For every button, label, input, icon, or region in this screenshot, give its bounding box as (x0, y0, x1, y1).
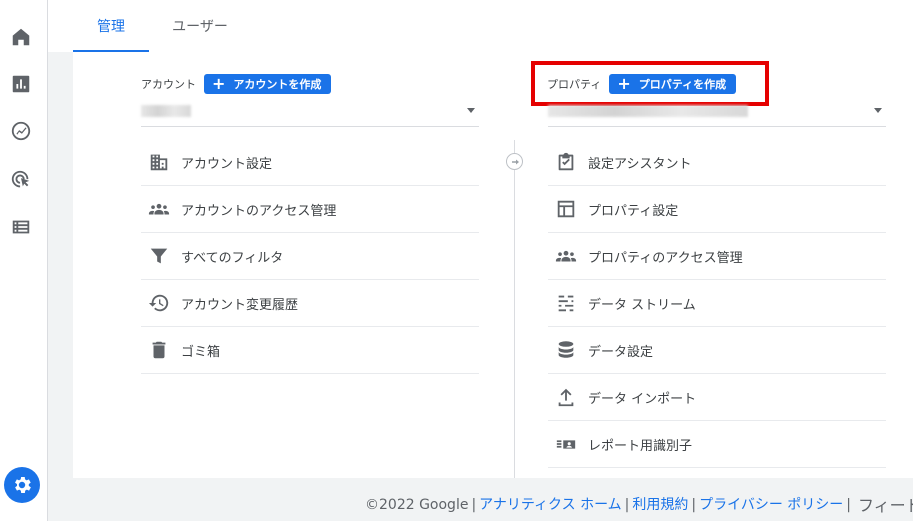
all-filters-item[interactable]: すべてのフィルタ (141, 233, 479, 280)
database-icon (554, 338, 578, 362)
feedback-button[interactable]: フィード (858, 492, 913, 516)
filter-icon (147, 244, 171, 268)
menu-item-label: アカウント変更履歴 (181, 297, 299, 313)
menu-item-label: 設定アシスタント (588, 156, 692, 172)
history-icon (147, 291, 171, 315)
redacted-property-name (548, 105, 748, 117)
data-settings-item[interactable]: データ設定 (548, 327, 886, 374)
account-label: アカウント (141, 78, 196, 91)
terms-link[interactable]: 利用規約 (632, 497, 688, 513)
create-account-label: アカウントを作成 (233, 78, 322, 91)
menu-item-label: レポート用識別子 (588, 438, 693, 454)
admin-settings-button[interactable] (4, 467, 40, 503)
arrow-right-icon (506, 153, 523, 170)
property-selector[interactable] (548, 99, 886, 127)
analytics-home-link[interactable]: アナリティクス ホーム (479, 497, 622, 513)
gear-icon (15, 477, 31, 493)
reports-icon[interactable] (10, 73, 32, 95)
advertising-icon[interactable] (10, 169, 32, 191)
menu-item-label: アカウントのアクセス管理 (181, 203, 337, 219)
people-icon (147, 197, 171, 221)
dropdown-caret-icon (467, 108, 475, 113)
streams-icon (554, 291, 578, 315)
account-settings-item[interactable]: アカウント設定 (141, 139, 479, 186)
home-icon[interactable] (10, 26, 32, 48)
create-account-button[interactable]: + アカウントを作成 (204, 74, 332, 94)
building-icon (147, 150, 171, 174)
menu-item-label: データ設定 (588, 344, 654, 360)
account-change-history-item[interactable]: アカウント変更履歴 (141, 280, 479, 327)
menu-item-label: データ ストリーム (588, 297, 696, 313)
people-icon (554, 244, 578, 268)
layout-icon (554, 197, 578, 221)
property-access-item[interactable]: プロパティのアクセス管理 (548, 233, 886, 280)
tab-admin[interactable]: 管理 (73, 0, 149, 52)
account-menu: アカウント設定 アカウントのアクセス管理 すべてのフィルタ アカウント変更履歴 … (141, 139, 479, 374)
redacted-account-name (141, 105, 191, 117)
account-selector[interactable] (141, 99, 479, 127)
trash-icon (147, 338, 171, 362)
column-divider (514, 140, 515, 478)
menu-item-label: アカウント設定 (181, 156, 273, 172)
tab-bar: 管理 ユーザー (48, 0, 913, 52)
clipboard-check-icon (554, 150, 578, 174)
account-access-item[interactable]: アカウントのアクセス管理 (141, 186, 479, 233)
menu-item-label: すべてのフィルタ (181, 250, 284, 266)
footer: ©2022 Google | アナリティクス ホーム | 利用規約 | プライバシー ポリシ… (365, 497, 851, 513)
reporting-identity-item[interactable]: レポート用識別子 (548, 421, 886, 468)
tab-users[interactable]: ユーザー (161, 0, 239, 52)
menu-item-label: プロパティのアクセス管理 (588, 250, 743, 266)
privacy-policy-link[interactable]: プライバシー ポリシー (699, 497, 843, 513)
data-streams-item[interactable]: データ ストリーム (548, 280, 886, 327)
explore-icon[interactable] (10, 120, 32, 142)
property-menu: 設定アシスタント プロパティ設定 プロパティのアクセス管理 データ ストリーム … (548, 139, 886, 468)
trash-item[interactable]: ゴミ箱 (141, 327, 479, 374)
account-header: アカウント + アカウントを作成 (141, 74, 332, 94)
copyright: ©2022 Google (365, 497, 469, 513)
plus-icon: + (212, 74, 226, 93)
property-settings-item[interactable]: プロパティ設定 (548, 186, 886, 233)
upload-icon (554, 385, 578, 409)
identity-icon (554, 432, 578, 456)
setup-assistant-item[interactable]: 設定アシスタント (548, 139, 886, 186)
data-import-item[interactable]: データ インポート (548, 374, 886, 421)
menu-item-label: データ インポート (588, 391, 697, 407)
side-navigation (0, 0, 48, 521)
menu-item-label: ゴミ箱 (181, 344, 221, 360)
configure-icon[interactable] (10, 216, 32, 238)
dropdown-caret-icon (874, 108, 882, 113)
menu-item-label: プロパティ設定 (588, 203, 679, 219)
